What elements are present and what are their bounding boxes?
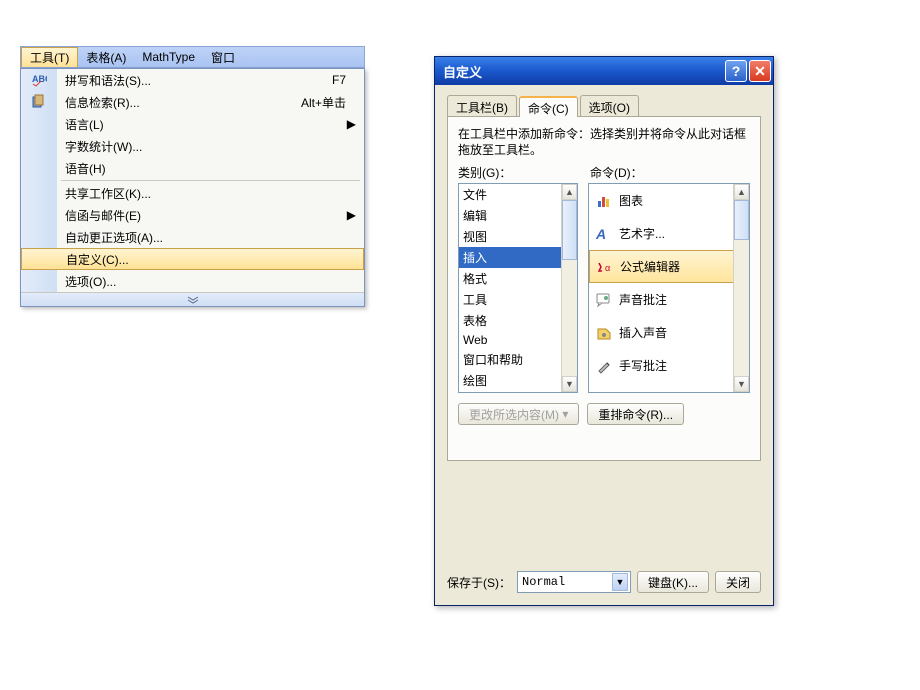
wordart-icon: A — [593, 226, 615, 242]
tab-options[interactable]: 选项(O) — [580, 95, 639, 116]
scroll-thumb[interactable] — [734, 200, 749, 240]
menuitem-shortcut: Alt+单击 — [301, 94, 346, 111]
command-item[interactable]: α 公式编辑器 — [589, 250, 749, 283]
save-in-value: Normal — [522, 575, 612, 589]
menu-expand[interactable] — [21, 292, 364, 306]
tab-commands[interactable]: 命令(C) — [519, 96, 578, 117]
close-button[interactable]: ✕ — [749, 60, 771, 82]
help-button[interactable]: ? — [725, 60, 747, 82]
scroll-down-icon[interactable]: ▼ — [562, 376, 577, 392]
command-item[interactable]: 声音批注 — [589, 283, 749, 316]
menu-mathtype[interactable]: MathType — [134, 47, 203, 67]
menu-window[interactable]: 窗口 — [203, 47, 243, 67]
menuitem-options[interactable]: 选项(O)... — [21, 270, 364, 292]
insert-sound-icon — [593, 325, 615, 341]
command-item[interactable]: 手写批注 — [589, 349, 749, 382]
menuitem-label: 语音(H) — [65, 160, 346, 177]
command-listbox[interactable]: 图表 A 艺术字... α 公式编辑器 声音批注 — [588, 183, 750, 393]
rearrange-commands-button[interactable]: 重排命令(R)... — [587, 403, 684, 425]
scroll-down-icon[interactable]: ▼ — [734, 376, 749, 392]
tabbar: 工具栏(B) 命令(C) 选项(O) — [447, 95, 761, 117]
help-icon: ? — [732, 63, 741, 79]
spellcheck-icon: ABC — [31, 71, 47, 90]
list-item[interactable]: 工具 — [459, 289, 577, 310]
list-item[interactable]: 文件 — [459, 184, 577, 205]
ink-comment-icon — [593, 358, 615, 374]
tab-toolbars[interactable]: 工具栏(B) — [447, 95, 517, 116]
command-item[interactable]: 插入声音 — [589, 316, 749, 349]
command-item[interactable]: 图表 — [589, 184, 749, 217]
list-item[interactable]: 格式 — [459, 268, 577, 289]
menubar: 工具(T) 表格(A) MathType 窗口 — [20, 46, 365, 68]
command-item-label: 图表 — [619, 192, 643, 209]
command-label: 命令(D)： — [590, 164, 750, 181]
menuitem-speech[interactable]: 语音(H) — [21, 157, 364, 179]
command-item-label: 公式编辑器 — [620, 258, 680, 275]
menu-tools[interactable]: 工具(T) — [21, 47, 78, 67]
modify-selection-button[interactable]: 更改所选内容(M) ▾ — [458, 403, 579, 425]
titlebar[interactable]: 自定义 ? ✕ — [435, 57, 773, 85]
menuitem-label: 自定义(C)... — [66, 251, 345, 268]
customize-dialog: 自定义 ? ✕ 工具栏(B) 命令(C) 选项(O) 在工具栏中添加新命令：选择… — [434, 56, 774, 606]
sound-comment-icon — [593, 292, 615, 308]
research-icon — [31, 93, 47, 112]
keyboard-button[interactable]: 键盘(K)... — [637, 571, 709, 593]
menuitem-label: 共享工作区(K)... — [65, 185, 346, 202]
svg-text:α: α — [605, 263, 610, 273]
scroll-up-icon[interactable]: ▲ — [562, 184, 577, 200]
menuitem-label: 选项(O)... — [65, 273, 346, 290]
list-item[interactable]: 窗口和帮助 — [459, 349, 577, 370]
submenu-arrow-icon: ▶ — [346, 117, 356, 131]
chart-icon — [593, 193, 615, 209]
dropdown-arrow-icon: ▾ — [562, 407, 568, 421]
menuitem-label: 字数统计(W)... — [65, 138, 346, 155]
menuitem-label: 语言(L) — [65, 116, 346, 133]
help-text: 在工具栏中添加新命令：选择类别并将命令从此对话框拖放至工具栏。 — [458, 127, 750, 158]
menuitem-sharedworkspace[interactable]: 共享工作区(K)... — [21, 182, 364, 204]
menuitem-label: 自动更正选项(A)... — [65, 229, 346, 246]
menu-table[interactable]: 表格(A) — [78, 47, 134, 67]
chevron-down-icon — [187, 296, 199, 304]
menuitem-label: 拼写和语法(S)... — [65, 72, 332, 89]
close-dialog-button[interactable]: 关闭 — [715, 571, 761, 593]
menuitem-shortcut: F7 — [332, 73, 346, 87]
save-in-label: 保存于(S)： — [447, 574, 511, 591]
list-item[interactable]: 插入 — [459, 247, 577, 268]
tools-dropdown: ABC 拼写和语法(S)... F7 信息检索(R)... Alt+单击 语言(… — [20, 68, 365, 307]
command-item[interactable]: A 艺术字... — [589, 217, 749, 250]
scroll-thumb[interactable] — [562, 200, 577, 260]
svg-text:A: A — [596, 226, 606, 242]
scrollbar[interactable]: ▲ ▼ — [561, 184, 577, 392]
command-item-label: 声音批注 — [619, 291, 667, 308]
save-in-combo[interactable]: Normal ▼ — [517, 571, 631, 593]
equation-icon: α — [594, 259, 616, 275]
list-item[interactable]: 视图 — [459, 226, 577, 247]
menuitem-spellcheck[interactable]: ABC 拼写和语法(S)... F7 — [21, 69, 364, 91]
close-icon: ✕ — [754, 63, 766, 80]
menuitem-label: 信息检索(R)... — [65, 94, 301, 111]
menuitem-wordcount[interactable]: 字数统计(W)... — [21, 135, 364, 157]
list-item[interactable]: 绘图 — [459, 370, 577, 391]
menuitem-label: 信函与邮件(E) — [65, 207, 346, 224]
submenu-arrow-icon: ▶ — [346, 208, 356, 222]
dropdown-arrow-icon[interactable]: ▼ — [612, 573, 628, 591]
command-item-label: 手写批注 — [619, 357, 667, 374]
menuitem-language[interactable]: 语言(L) ▶ — [21, 113, 364, 135]
category-label: 类别(G)： — [458, 164, 590, 181]
menuitem-customize[interactable]: 自定义(C)... — [21, 248, 364, 270]
list-item[interactable]: 表格 — [459, 310, 577, 331]
menuitem-letters-mail[interactable]: 信函与邮件(E) ▶ — [21, 204, 364, 226]
list-item[interactable]: Web — [459, 331, 577, 349]
command-item-label: 插入声音 — [619, 324, 667, 341]
scrollbar[interactable]: ▲ ▼ — [733, 184, 749, 392]
list-item[interactable]: 自选图形 — [459, 391, 577, 393]
scroll-up-icon[interactable]: ▲ — [734, 184, 749, 200]
category-listbox[interactable]: 文件 编辑 视图 插入 格式 工具 表格 Web 窗口和帮助 绘图 自选图形 ▲ — [458, 183, 578, 393]
list-item[interactable]: 编辑 — [459, 205, 577, 226]
dialog-title: 自定义 — [443, 62, 723, 81]
menuitem-autocorrect[interactable]: 自动更正选项(A)... — [21, 226, 364, 248]
tabpane-commands: 在工具栏中添加新命令：选择类别并将命令从此对话框拖放至工具栏。 类别(G)： 命… — [447, 117, 761, 461]
command-item-label: 艺术字... — [619, 225, 665, 242]
menuitem-research[interactable]: 信息检索(R)... Alt+单击 — [21, 91, 364, 113]
